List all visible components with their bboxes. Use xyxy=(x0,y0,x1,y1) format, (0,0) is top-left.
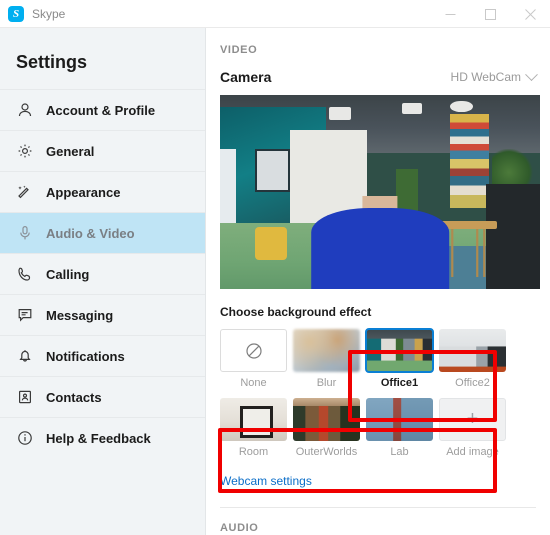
window-controls xyxy=(430,0,550,28)
video-section-header: VIDEO xyxy=(220,44,258,56)
sidebar-item-contacts[interactable]: Contacts xyxy=(0,376,205,417)
sidebar-item-audio-video[interactable]: Audio & Video xyxy=(0,212,205,253)
background-effect-title: Choose background effect xyxy=(220,305,372,319)
background-effect-row-2: Room OuterWorlds Lab + Add image xyxy=(220,398,550,458)
background-option-label: Room xyxy=(238,446,269,458)
office1-thumbnail xyxy=(365,328,434,373)
sidebar-item-label: Notifications xyxy=(46,348,125,364)
no-effect-icon xyxy=(220,329,287,372)
sidebar-item-label: Contacts xyxy=(46,389,102,405)
section-divider xyxy=(220,507,536,508)
sidebar-item-general[interactable]: General xyxy=(0,130,205,171)
background-option-office2[interactable]: Office2 xyxy=(439,329,506,389)
close-button[interactable] xyxy=(510,0,550,28)
audio-section-header: AUDIO xyxy=(220,522,259,534)
sidebar-item-label: Account & Profile xyxy=(46,102,156,118)
preview-ceiling-light xyxy=(328,106,352,121)
sidebar-item-appearance[interactable]: Appearance xyxy=(0,171,205,212)
title-bar: S Skype xyxy=(0,0,550,28)
info-circle-icon xyxy=(14,427,36,449)
background-option-label: Office2 xyxy=(455,377,490,389)
sidebar-item-label: Messaging xyxy=(46,307,114,323)
sidebar-item-label: General xyxy=(46,143,95,159)
sidebar-item-label: Appearance xyxy=(46,184,121,200)
sidebar-item-help-feedback[interactable]: Help & Feedback xyxy=(0,417,205,458)
background-option-lab[interactable]: Lab xyxy=(366,398,433,458)
magic-wand-icon xyxy=(14,181,36,203)
settings-sidebar: Settings Account & Profile General Appea… xyxy=(0,28,206,535)
phone-icon xyxy=(14,263,36,285)
microphone-icon xyxy=(14,222,36,244)
background-option-add-image[interactable]: + Add image xyxy=(439,398,506,458)
sidebar-item-label: Audio & Video xyxy=(46,225,135,241)
preview-bar-stool xyxy=(463,223,496,278)
camera-device-dropdown[interactable]: HD WebCam xyxy=(450,67,538,84)
preview-person-head-blurred xyxy=(343,132,417,233)
background-effect-row-1: None Blur Office1 Office2 xyxy=(220,328,550,389)
page-title: Settings xyxy=(16,52,88,72)
preview-picture-frame xyxy=(255,149,291,192)
background-option-none[interactable]: None xyxy=(220,329,287,389)
gear-icon xyxy=(14,140,36,162)
background-option-label: Add image xyxy=(446,446,499,458)
background-option-label: OuterWorlds xyxy=(295,446,358,458)
preview-striped-column xyxy=(450,114,489,208)
sidebar-item-calling[interactable]: Calling xyxy=(0,253,205,294)
camera-device-value: HD WebCam xyxy=(450,70,521,84)
background-option-blur[interactable]: Blur xyxy=(293,329,360,389)
background-option-outerworlds[interactable]: OuterWorlds xyxy=(293,398,360,458)
background-option-label: Office1 xyxy=(380,377,419,389)
background-effect-grid: None Blur Office1 Office2 Room OuterWorl… xyxy=(220,328,550,458)
background-option-label: None xyxy=(240,377,267,389)
background-option-label: Lab xyxy=(390,446,409,458)
background-option-office1[interactable]: Office1 xyxy=(365,328,434,389)
skype-logo-icon: S xyxy=(8,5,24,22)
lab-thumbnail xyxy=(366,398,433,441)
webcam-settings-link[interactable]: Webcam settings xyxy=(220,474,312,488)
contact-card-icon xyxy=(14,386,36,408)
bell-icon xyxy=(14,345,36,367)
blur-thumbnail xyxy=(293,329,360,372)
preview-plant xyxy=(492,149,534,189)
room-thumbnail xyxy=(220,398,287,441)
skype-settings-window: S Skype Settings Account & Profile Gener… xyxy=(0,0,550,535)
person-icon xyxy=(14,99,36,121)
camera-preview xyxy=(220,95,540,289)
preview-yellow-stool xyxy=(255,226,288,260)
sidebar-item-label: Help & Feedback xyxy=(46,430,151,446)
camera-row: Camera HD WebCam xyxy=(220,67,550,85)
window-body: Settings Account & Profile General Appea… xyxy=(0,28,550,535)
preview-bar-stool-seat xyxy=(461,221,497,229)
minimize-button[interactable] xyxy=(430,0,470,28)
background-option-room[interactable]: Room xyxy=(220,398,287,458)
preview-ceiling-light xyxy=(402,102,422,115)
chat-bubble-icon xyxy=(14,304,36,326)
sidebar-item-notifications[interactable]: Notifications xyxy=(0,335,205,376)
maximize-button[interactable] xyxy=(470,0,510,28)
sidebar-item-account-profile[interactable]: Account & Profile xyxy=(0,89,205,130)
sidebar-item-label: Calling xyxy=(46,266,90,282)
office2-thumbnail xyxy=(439,329,506,372)
outerworlds-thumbnail xyxy=(293,398,360,441)
chevron-down-icon xyxy=(525,67,538,81)
audio-video-settings-panel: VIDEO Camera HD WebCam Choose background… xyxy=(206,28,550,535)
camera-label: Camera xyxy=(220,69,272,85)
plus-icon: + xyxy=(439,398,506,441)
window-title: Skype xyxy=(32,6,66,21)
sidebar-item-messaging[interactable]: Messaging xyxy=(0,294,205,335)
background-option-label: Blur xyxy=(316,377,337,389)
